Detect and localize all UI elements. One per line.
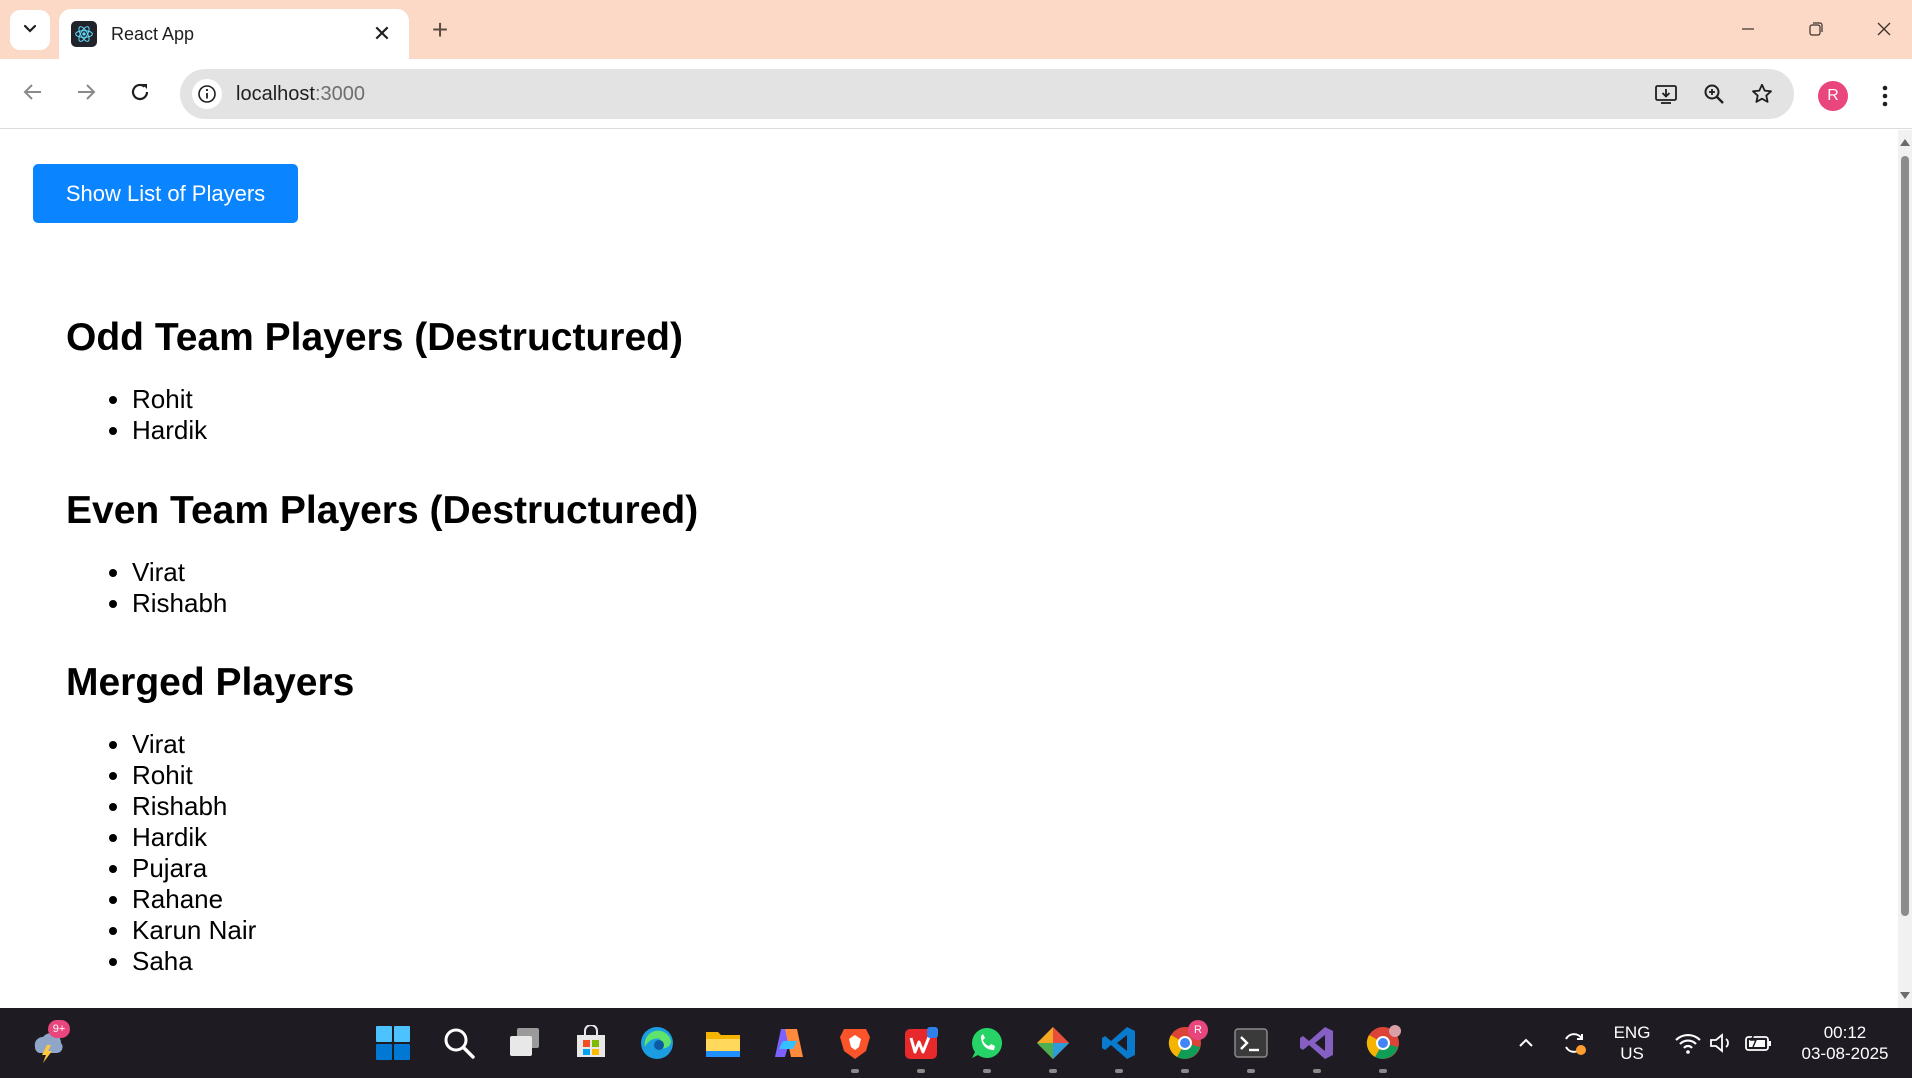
microsoft-store-icon[interactable] <box>570 1022 612 1064</box>
weather-badge: 9+ <box>48 1020 70 1038</box>
running-indicator <box>851 1069 859 1073</box>
list-item: Saha <box>132 946 354 977</box>
list-item: Hardik <box>132 415 683 446</box>
browser-title-bar: React App ✕ + <box>0 0 1912 59</box>
list-item: Rohit <box>132 384 683 415</box>
list-item: Rohit <box>132 760 354 791</box>
page-content: Show List of Players Odd Team Players (D… <box>0 130 1898 1008</box>
minimize-icon[interactable] <box>1728 12 1768 46</box>
sync-icon[interactable] <box>1554 1022 1594 1064</box>
list-item: Rishabh <box>132 588 698 619</box>
vscode-icon[interactable] <box>1098 1022 1140 1064</box>
url-host: localhost <box>236 82 315 105</box>
close-tab-icon[interactable]: ✕ <box>369 21 395 47</box>
git-tool-icon[interactable] <box>1032 1022 1074 1064</box>
running-indicator <box>917 1069 925 1073</box>
list-item: Pujara <box>132 853 354 884</box>
section-heading: Even Team Players (Destructured) <box>66 489 699 532</box>
chrome-profile-icon[interactable]: R <box>1164 1020 1208 1064</box>
list-item: Karun Nair <box>132 915 354 946</box>
search-icon[interactable] <box>438 1022 480 1064</box>
chevron-down-icon <box>22 20 38 41</box>
weather-widget-icon[interactable]: 9+ <box>26 1020 70 1064</box>
arrow-right-icon <box>75 81 97 108</box>
list-item: Rishabh <box>132 791 354 822</box>
address-bar[interactable]: localhost:3000 <box>180 69 1794 119</box>
site-info-icon[interactable] <box>192 79 222 109</box>
more-menu-icon[interactable] <box>1870 77 1900 115</box>
clock-date: 03-08-2025 <box>1801 1044 1889 1063</box>
running-indicator <box>1379 1069 1387 1073</box>
scroll-up-arrow[interactable] <box>1900 139 1910 146</box>
show-players-button[interactable]: Show List of Players <box>33 164 298 223</box>
new-tab-button[interactable]: + <box>424 14 456 46</box>
odd-team-section: Odd Team Players (Destructured) Rohit Ha… <box>66 314 683 446</box>
terminal-icon[interactable] <box>1230 1022 1272 1064</box>
running-indicator <box>1115 1069 1123 1073</box>
edge-browser-icon[interactable] <box>636 1022 678 1064</box>
volume-icon[interactable] <box>1702 1022 1742 1064</box>
reload-button[interactable] <box>121 75 159 113</box>
language-indicator[interactable]: ENG US <box>1610 1022 1654 1064</box>
visual-studio-icon[interactable] <box>1296 1022 1338 1064</box>
section-heading: Merged Players <box>66 661 355 704</box>
merged-players-section: Merged Players Virat Rohit Rishabh Hardi… <box>66 659 354 977</box>
chrome-profile-badge: R <box>1188 1020 1208 1040</box>
page-scrollbar[interactable] <box>1898 130 1912 1008</box>
whatsapp-icon[interactable] <box>966 1022 1008 1064</box>
list-item: Rahane <box>132 884 354 915</box>
running-indicator <box>983 1069 991 1073</box>
battery-icon[interactable] <box>1738 1022 1778 1064</box>
copilot-icon[interactable] <box>768 1022 810 1064</box>
url-text: localhost:3000 <box>236 83 1642 106</box>
tab-title: React App <box>111 23 195 44</box>
player-list: Virat Rohit Rishabh Hardik Pujara Rahane… <box>66 729 354 977</box>
wps-office-icon[interactable] <box>900 1022 942 1064</box>
keyboard-region: US <box>1620 1044 1644 1063</box>
list-item: Virat <box>132 557 698 588</box>
scroll-down-arrow[interactable] <box>1900 992 1910 999</box>
chevron-up-icon[interactable] <box>1506 1022 1546 1064</box>
tab-search-button[interactable] <box>10 10 50 50</box>
section-heading: Odd Team Players (Destructured) <box>66 316 683 359</box>
browser-toolbar: localhost:3000 R <box>0 59 1912 129</box>
running-indicator <box>1181 1069 1189 1073</box>
task-view-icon[interactable] <box>504 1022 546 1064</box>
player-list: Rohit Hardik <box>66 384 683 446</box>
windows-start-icon[interactable] <box>372 1022 414 1064</box>
bookmark-star-icon[interactable] <box>1738 74 1786 114</box>
install-app-icon[interactable] <box>1642 74 1690 114</box>
restore-icon[interactable] <box>1796 12 1836 46</box>
running-indicator <box>1049 1069 1057 1073</box>
even-team-section: Even Team Players (Destructured) Virat R… <box>66 487 698 619</box>
profile-avatar[interactable]: R <box>1818 81 1848 111</box>
close-window-icon[interactable] <box>1864 12 1904 46</box>
scrollbar-thumb[interactable] <box>1901 156 1909 916</box>
file-explorer-icon[interactable] <box>702 1022 744 1064</box>
list-item: Hardik <box>132 822 354 853</box>
running-indicator <box>1313 1069 1321 1073</box>
back-button[interactable] <box>14 75 52 113</box>
clock[interactable]: 00:12 03-08-2025 <box>1790 1022 1900 1064</box>
list-item: Virat <box>132 729 354 760</box>
url-port: :3000 <box>314 82 365 105</box>
windows-taskbar: 9+ R ENG US 00:12 03-08-2025 <box>0 1008 1912 1078</box>
language-code: ENG <box>1613 1023 1651 1042</box>
brave-browser-icon[interactable] <box>834 1022 876 1064</box>
player-list: Virat Rishabh <box>66 557 698 619</box>
reload-icon <box>129 81 151 108</box>
chrome-icon[interactable] <box>1362 1022 1404 1064</box>
clock-time: 00:12 <box>1823 1023 1867 1042</box>
zoom-icon[interactable] <box>1690 74 1738 114</box>
forward-button[interactable] <box>67 75 105 113</box>
browser-tab-active[interactable]: React App ✕ <box>59 9 409 59</box>
react-logo-icon <box>71 21 97 47</box>
arrow-left-icon <box>22 81 44 108</box>
running-indicator <box>1247 1069 1255 1073</box>
